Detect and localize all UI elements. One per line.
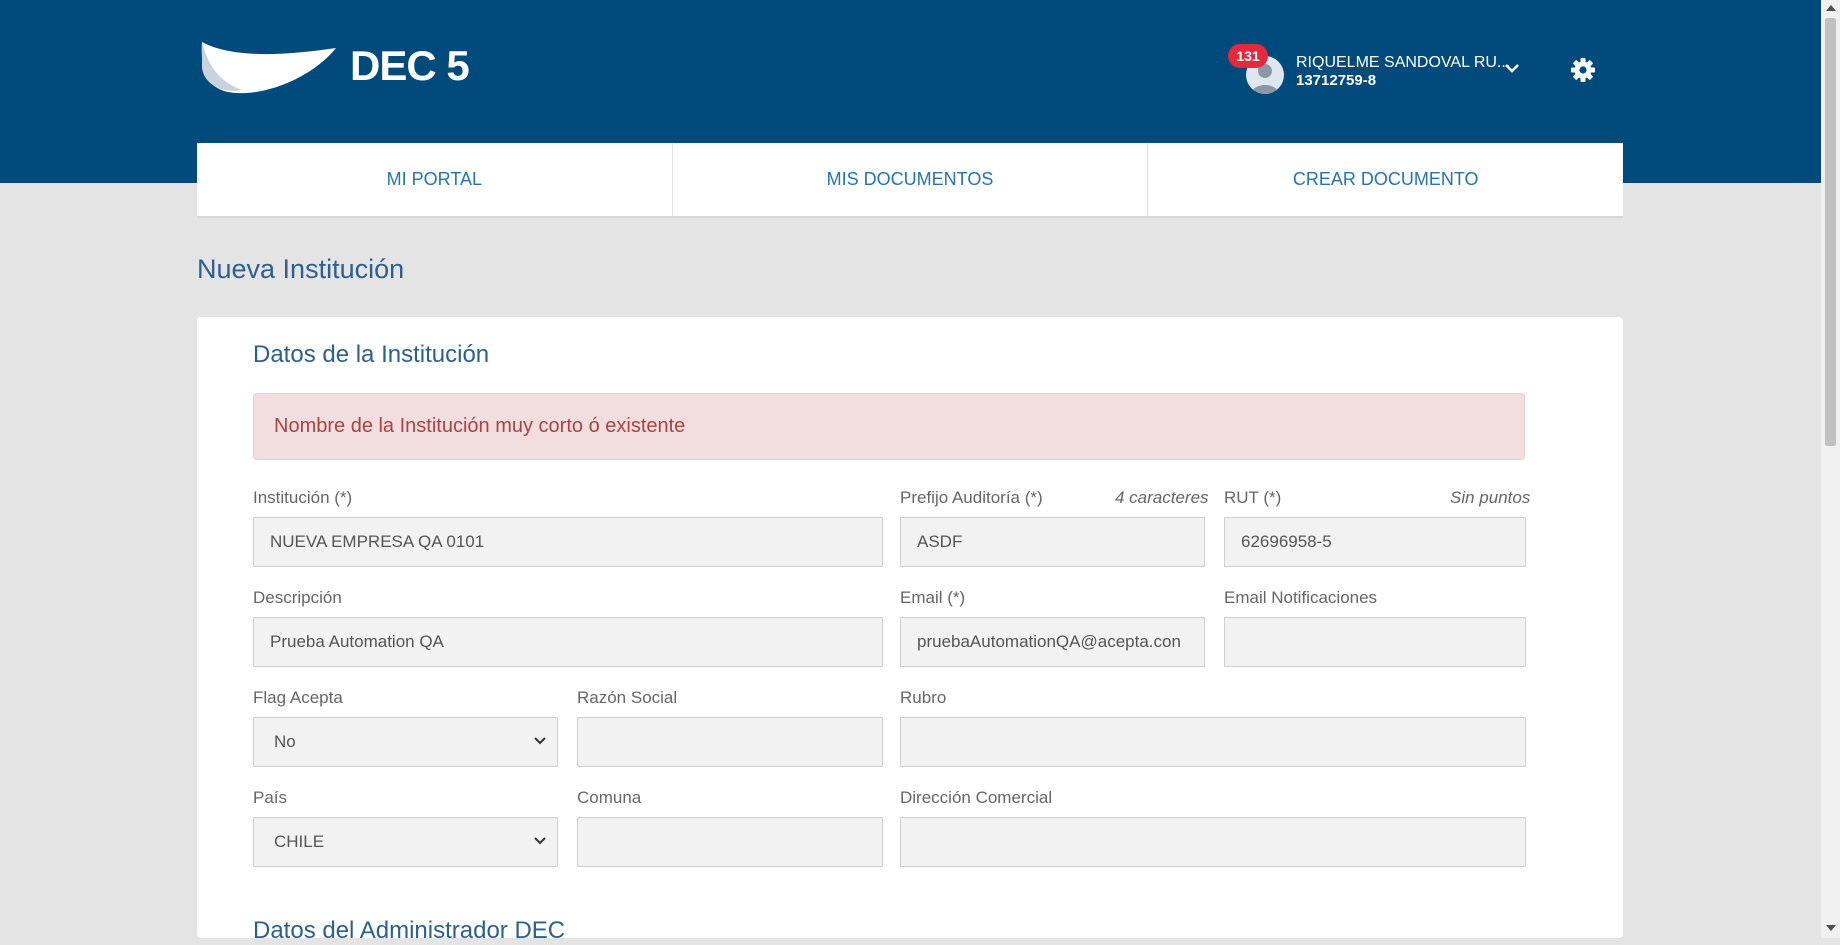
dec5-logo[interactable]: DEC 5 bbox=[198, 36, 478, 102]
pais-select[interactable]: CHILE bbox=[253, 817, 558, 867]
flag-acepta-label: Flag Acepta bbox=[253, 688, 343, 707]
rut-label: RUT (*) bbox=[1224, 488, 1282, 507]
rut-input[interactable]: 62696958-5 bbox=[1224, 517, 1526, 567]
main-nav: MI PORTAL MIS DOCUMENTOS CREAR DOCUMENTO bbox=[197, 143, 1623, 218]
rubro-input[interactable] bbox=[900, 717, 1526, 767]
page-title: Nueva Institución bbox=[197, 254, 405, 284]
institucion-label: Institución (*) bbox=[253, 488, 353, 507]
user-rut: 13712759-8 bbox=[1296, 72, 1377, 89]
comuna-label: Comuna bbox=[577, 788, 642, 807]
email-input[interactable]: pruebaAutomationQA@acepta.con bbox=[900, 617, 1205, 667]
pais-value: CHILE bbox=[274, 832, 325, 851]
descripcion-input[interactable]: Prueba Automation QA bbox=[253, 617, 883, 667]
rut-hint: Sin puntos bbox=[1450, 488, 1531, 507]
rubro-label: Rubro bbox=[900, 688, 947, 707]
logo-text: DEC 5 bbox=[350, 42, 470, 89]
prefijo-input[interactable]: ASDF bbox=[900, 517, 1205, 567]
razon-social-input[interactable] bbox=[577, 717, 883, 767]
nav-crear-documento[interactable]: CREAR DOCUMENTO bbox=[1148, 143, 1623, 216]
email-notificaciones-input[interactable] bbox=[1224, 617, 1526, 667]
descripcion-label: Descripción bbox=[253, 588, 342, 607]
direccion-label: Dirección Comercial bbox=[900, 788, 1053, 807]
alert-message: Nombre de la Institución muy corto ó exi… bbox=[274, 415, 686, 437]
error-alert: Nombre de la Institución muy corto ó exi… bbox=[253, 393, 1525, 460]
flag-acepta-select[interactable]: No bbox=[253, 717, 558, 767]
institution-form-card: Datos de la Institución Nombre de la Ins… bbox=[197, 317, 1623, 944]
user-name: RIQUELME SANDOVAL RU... bbox=[1296, 54, 1511, 71]
email-notificaciones-label: Email Notificaciones bbox=[1224, 588, 1378, 607]
chevron-down-icon bbox=[534, 837, 546, 845]
wave-logo-icon bbox=[201, 42, 336, 94]
direccion-input[interactable] bbox=[900, 817, 1526, 867]
nav-mi-portal[interactable]: MI PORTAL bbox=[197, 143, 673, 216]
notification-badge[interactable]: 131 bbox=[1228, 44, 1268, 68]
chevron-down-icon[interactable] bbox=[1504, 62, 1520, 74]
razon-social-label: Razón Social bbox=[577, 688, 678, 707]
prefijo-label: Prefijo Auditoría (*) bbox=[900, 488, 1043, 507]
admin-section-title: Datos del Administrador DEC bbox=[253, 917, 566, 944]
nav-mis-documentos[interactable]: MIS DOCUMENTOS bbox=[673, 143, 1149, 216]
comuna-input[interactable] bbox=[577, 817, 883, 867]
institucion-input[interactable]: NUEVA EMPRESA QA 0101 bbox=[253, 517, 883, 567]
chevron-down-icon bbox=[534, 737, 546, 745]
scroll-up-icon[interactable] bbox=[1826, 5, 1836, 11]
flag-acepta-value: No bbox=[274, 732, 296, 751]
gear-icon[interactable] bbox=[1570, 57, 1596, 83]
vertical-scrollbar[interactable] bbox=[1821, 0, 1840, 938]
email-label: Email (*) bbox=[900, 588, 966, 607]
user-menu[interactable]: 131 RIQUELME SANDOVAL RU... 13712759-8 bbox=[1228, 44, 1598, 104]
section-title: Datos de la Institución bbox=[253, 341, 490, 368]
scroll-down-icon[interactable] bbox=[1826, 925, 1836, 931]
pais-label: País bbox=[253, 788, 288, 807]
prefijo-hint: 4 caracteres bbox=[1115, 488, 1209, 507]
scrollbar-thumb[interactable] bbox=[1825, 18, 1836, 446]
